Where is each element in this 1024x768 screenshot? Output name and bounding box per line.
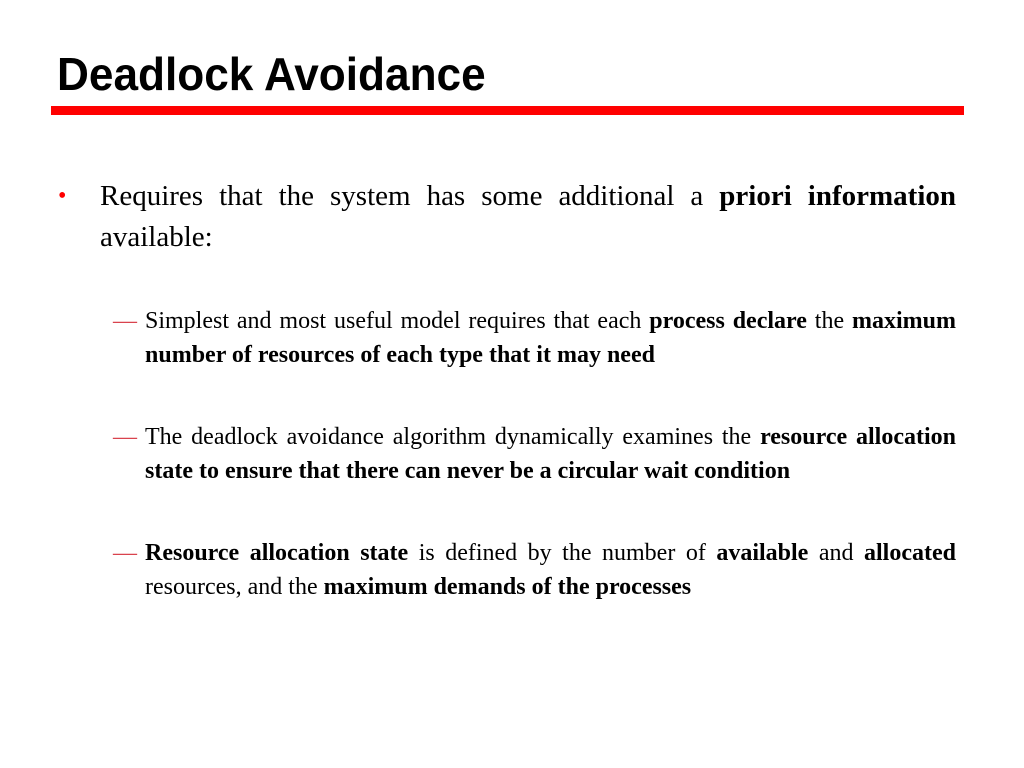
sub-bullet-text-part: is defined by the number of	[408, 540, 717, 566]
slide-content: • Requires that the system has some addi…	[58, 176, 956, 604]
sub-bullet-item: — The deadlock avoidance algorithm dynam…	[113, 420, 956, 488]
sub-bullet-text-bold: allocated	[864, 540, 956, 566]
sub-bullet-text-bold: maximum demands of the processes	[323, 574, 692, 600]
dash-marker-icon: —	[113, 308, 137, 334]
bullet-text-part: available:	[100, 221, 213, 253]
sub-bullet-text-part: The deadlock avoidance algorithm dynamic…	[145, 424, 761, 450]
slide-title: Deadlock Avoidance	[57, 48, 486, 100]
dash-marker-icon: —	[113, 424, 137, 450]
sub-bullet-item: — Resource allocation state is defined b…	[113, 536, 956, 604]
sub-bullet-text-bold: Resource allocation state	[145, 540, 409, 566]
bullet-dot-icon: •	[58, 183, 67, 209]
sub-bullet-text-bold: available	[716, 540, 809, 566]
sub-bullet-item: — Simplest and most useful model require…	[113, 304, 956, 372]
sub-bullet-text-part: Simplest and most useful model requires …	[145, 308, 650, 334]
title-underline-rule	[51, 106, 964, 115]
sub-bullet-text-part: the	[806, 308, 852, 334]
dash-marker-icon: —	[113, 540, 137, 566]
bullet-item: • Requires that the system has some addi…	[58, 176, 956, 258]
sub-bullet-text-bold: process declare	[649, 308, 807, 334]
sub-bullet-text-part: resources, and the	[145, 574, 324, 600]
bullet-text-part: Requires that the system has some additi…	[100, 180, 720, 212]
sub-bullet-text-part: and	[808, 540, 865, 566]
bullet-text-bold: priori information	[719, 180, 956, 212]
